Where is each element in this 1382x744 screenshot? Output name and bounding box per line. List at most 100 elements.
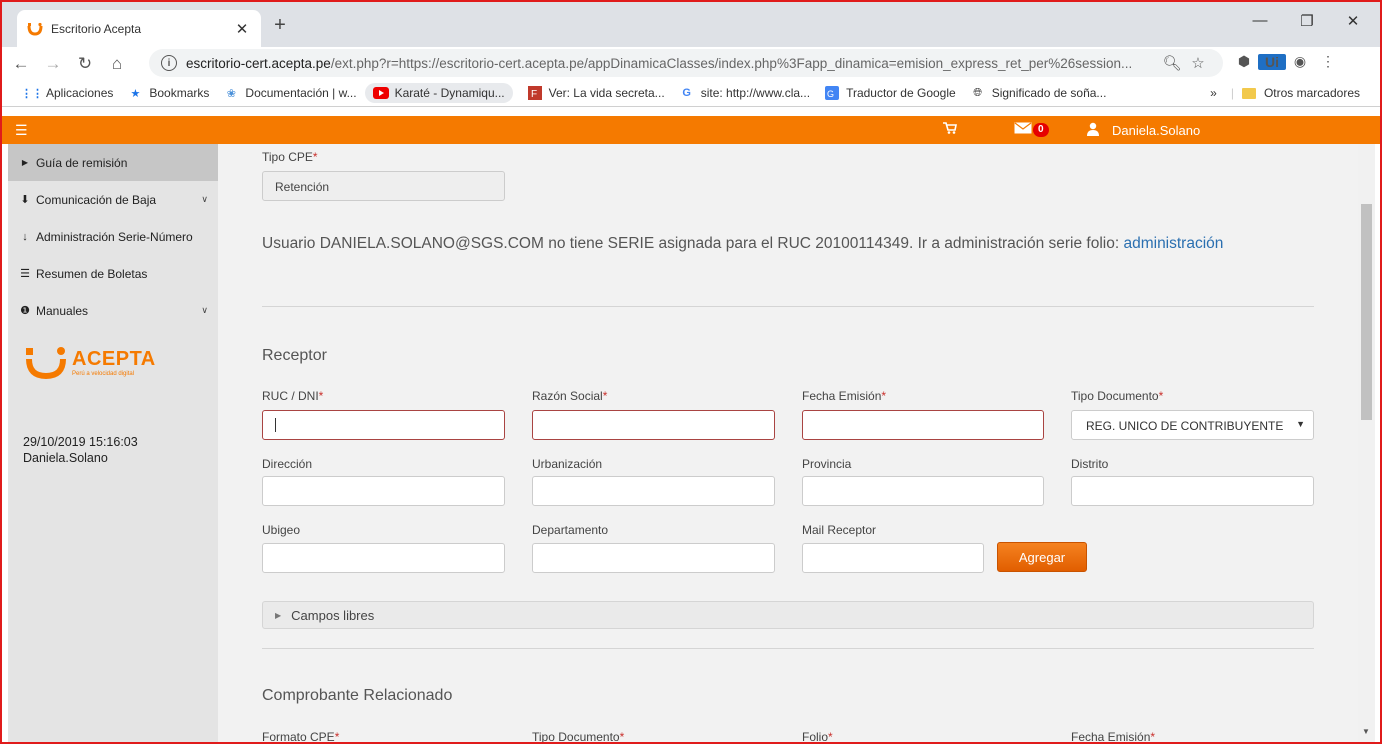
tipo-documento-2-label: Tipo Documento*: [532, 730, 625, 744]
download-icon: ⬇: [20, 194, 30, 206]
receptor-section-title: Receptor: [262, 347, 327, 364]
logo-text: ACEPTA: [72, 347, 156, 370]
app-header: ☰ 0 Daniela.Solano: [2, 116, 1380, 144]
forward-icon[interactable]: →: [40, 54, 66, 74]
star-icon: ★: [130, 87, 141, 100]
formato-cpe-label: Formato CPE*: [262, 730, 340, 744]
tipo-cpe-field: Retención: [262, 171, 505, 201]
ubigeo-input[interactable]: [262, 543, 505, 573]
session-datetime: 29/10/2019 15:16:03: [23, 435, 138, 449]
chrome-menu-icon[interactable]: ⋮: [1314, 53, 1342, 70]
sidebar-item-label: Manuales: [36, 303, 89, 318]
reload-icon[interactable]: ↻: [72, 54, 98, 74]
cart-icon[interactable]: [943, 121, 957, 137]
fecha-emision-label: Fecha Emisión*: [802, 389, 887, 403]
fecha-emision-input[interactable]: [802, 410, 1044, 440]
site-info-icon[interactable]: i: [161, 55, 177, 71]
minimize-icon[interactable]: —: [1240, 12, 1280, 29]
logo-tagline: Perú a velocidad digital: [72, 370, 135, 377]
browser-toolbar: ← → ↻ ⌂ i escritorio-cert.acepta.pe/ext.…: [2, 47, 1380, 80]
bookmark-item[interactable]: ❀ Documentación | w...: [223, 86, 357, 100]
scroll-down-arrow-icon[interactable]: ▼: [1362, 727, 1370, 736]
url-text: escritorio-cert.acepta.pe/ext.php?r=http…: [186, 56, 1159, 71]
mail-receptor-input[interactable]: [802, 543, 984, 573]
browser-titlebar: Escritorio Acepta ✕ + — ❐ ✕: [2, 2, 1380, 47]
bookmark-item[interactable]: ★ Bookmarks: [127, 86, 209, 100]
sidebar-item-label: Resumen de Boletas: [36, 266, 148, 281]
page-scrollbar[interactable]: ▼: [1358, 144, 1375, 742]
home-icon[interactable]: ⌂: [104, 54, 130, 74]
divider: |: [1230, 86, 1234, 100]
sidebar-item-comunicacion-baja[interactable]: ⬇ Comunicación de Baja ∨: [8, 181, 218, 218]
provincia-input[interactable]: [802, 476, 1044, 506]
extension-shield-icon[interactable]: ⬢: [1230, 53, 1258, 70]
sidebar-item-label: Guía de remisión: [36, 155, 128, 170]
ubigeo-label: Ubigeo: [262, 523, 301, 537]
bookmarks-bar: ⋮⋮ Aplicaciones ★ Bookmarks ❀ Documentación…: [2, 80, 1380, 107]
uipath-extension-icon[interactable]: Ui: [1258, 53, 1286, 70]
departamento-input[interactable]: [532, 543, 775, 573]
new-tab-button[interactable]: +: [268, 14, 292, 37]
browser-window: Escritorio Acepta ✕ + — ❐ ✕ ← → ↻ ⌂ i es…: [0, 0, 1382, 744]
dropdown-arrow-icon: ▼: [1296, 419, 1305, 429]
user-name: Daniela.Solano: [1112, 123, 1201, 138]
serie-warning-message: Usuario DANIELA.SOLANO@SGS.COM no tiene …: [262, 235, 1223, 253]
sidebar-item-label: Comunicación de Baja: [36, 192, 157, 207]
google-icon: G: [682, 87, 691, 99]
sort-icon: ↓: [22, 230, 28, 243]
distrito-input[interactable]: [1071, 476, 1314, 506]
tipo-documento-value: REG. UNICO DE CONTRIBUYENTE: [1086, 419, 1284, 433]
campos-libres-panel[interactable]: ▶ Campos libres: [262, 601, 1314, 629]
back-icon[interactable]: ←: [8, 54, 34, 74]
urbanizacion-label: Urbanización: [532, 457, 603, 471]
bookmark-item[interactable]: F Ver: La vida secreta...: [527, 86, 665, 100]
bookmark-item[interactable]: 🌐︎ Significado de soña...: [970, 86, 1106, 100]
tipo-documento-select[interactable]: REG. UNICO DE CONTRIBUYENTE ▼: [1071, 410, 1314, 440]
acepta-smile-icon: [26, 347, 66, 380]
scrollbar-thumb[interactable]: [1361, 204, 1372, 420]
urbanizacion-input[interactable]: [532, 476, 775, 506]
direccion-input[interactable]: [262, 476, 505, 506]
comprobante-section-title: Comprobante Relacionado: [262, 687, 453, 704]
mail-count-badge: 0: [1033, 122, 1049, 137]
bookmark-item[interactable]: ⋮⋮ Aplicaciones: [21, 86, 113, 100]
browser-tab[interactable]: Escritorio Acepta ✕: [17, 10, 261, 47]
divider: [262, 648, 1314, 649]
hamburger-menu-icon[interactable]: ☰: [15, 122, 28, 139]
ruc-dni-input[interactable]: [262, 410, 505, 440]
tipo-documento-label: Tipo Documento*: [1071, 389, 1164, 403]
acepta-logo: ACEPTA Perú a velocidad digital: [24, 344, 156, 380]
distrito-label: Distrito: [1071, 457, 1109, 471]
administracion-link[interactable]: administración: [1123, 235, 1223, 252]
sidebar-item-resumen-boletas[interactable]: ☰ Resumen de Boletas: [8, 255, 218, 292]
list-icon: ☰: [20, 268, 30, 280]
other-bookmarks[interactable]: Otros marcadores: [1264, 86, 1360, 100]
address-bar[interactable]: i escritorio-cert.acepta.pe/ext.php?r=ht…: [149, 49, 1223, 77]
text-cursor: [275, 418, 276, 432]
sidebar-item-manuales[interactable]: ❶ Manuales ∨: [8, 292, 218, 329]
restore-icon[interactable]: ❐: [1287, 12, 1327, 30]
user-icon: [1086, 122, 1100, 139]
bookmark-item[interactable]: Karaté - Dynamiqu...: [364, 83, 513, 103]
url-path: /ext.php?r=https://escritorio-cert.acept…: [330, 55, 1133, 71]
zoom-icon[interactable]: 🔍︎: [1159, 54, 1185, 72]
campos-libres-label: Campos libres: [291, 607, 375, 623]
user-menu[interactable]: Daniela.Solano: [1086, 122, 1200, 139]
provincia-label: Provincia: [802, 457, 852, 471]
razon-social-input[interactable]: [532, 410, 775, 440]
globe-icon: 🌐︎: [973, 86, 983, 99]
sidebar-item-admin-serie[interactable]: ↓ Administración Serie-Número: [8, 218, 218, 255]
bookmark-item[interactable]: Gsite: http://www.cla...: [679, 86, 810, 100]
info-circle-icon: ❶: [20, 305, 30, 317]
close-window-icon[interactable]: ✕: [1333, 12, 1373, 30]
acepta-favicon-icon: [27, 21, 43, 37]
chevron-down-icon: ∨: [201, 305, 208, 315]
bookmark-item[interactable]: G Traductor de Google: [824, 86, 956, 100]
sidebar-item-guia-remision[interactable]: ▶ Guía de remisión: [8, 144, 218, 181]
profile-avatar-icon[interactable]: ◉: [1286, 53, 1314, 70]
bookmark-star-icon[interactable]: ☆: [1185, 54, 1211, 72]
mail-notifications[interactable]: 0: [1014, 122, 1049, 137]
agregar-button[interactable]: Agregar: [997, 542, 1087, 572]
bookmarks-more-button[interactable]: »: [1210, 86, 1217, 100]
tab-close-icon[interactable]: ✕: [233, 20, 251, 38]
